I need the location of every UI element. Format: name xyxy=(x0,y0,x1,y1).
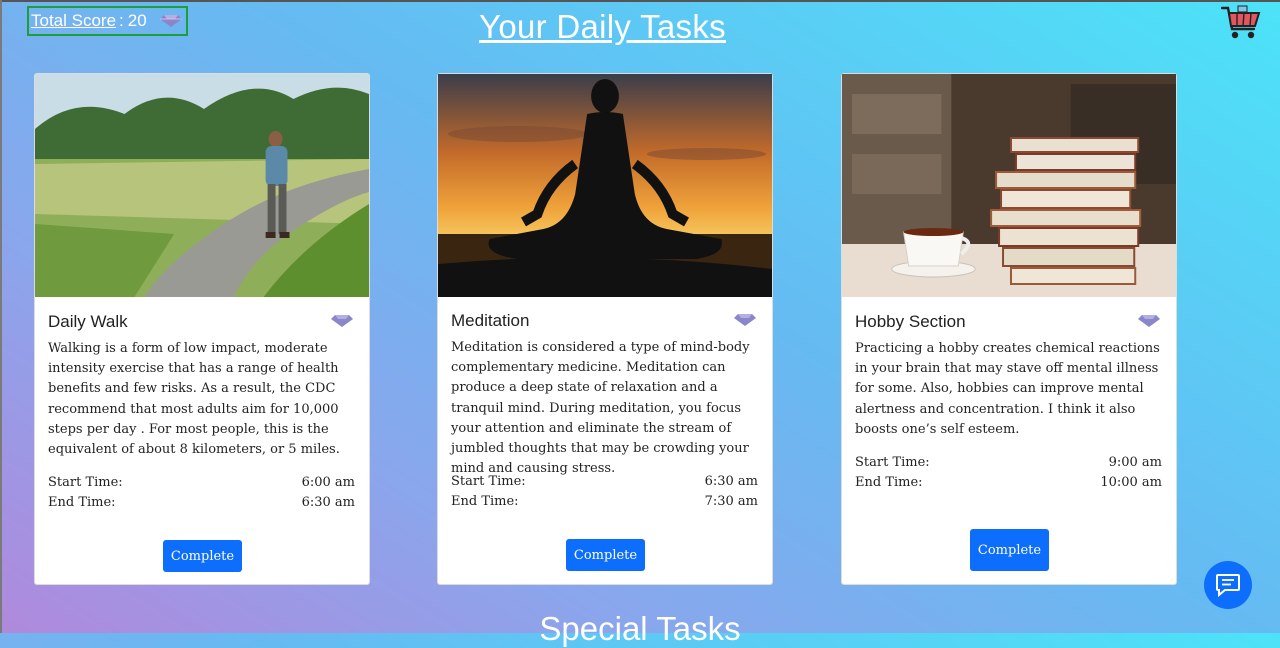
start-time-label: Start Time: xyxy=(451,474,526,489)
start-time-value: 9:00 am xyxy=(1108,455,1162,470)
end-time-value: 10:00 am xyxy=(1100,475,1162,490)
task-title: Daily Walk xyxy=(48,312,128,331)
special-tasks-title: Special Tasks xyxy=(539,610,741,647)
task-description: Walking is a form of low impact, moderat… xyxy=(48,341,340,458)
start-time-row: Start Time: 6:00 am xyxy=(48,475,355,490)
window-left-edge xyxy=(0,0,2,633)
chat-button[interactable] xyxy=(1204,561,1252,609)
start-time-label: Start Time: xyxy=(855,455,930,470)
complete-button[interactable]: Complete xyxy=(970,529,1049,571)
task-card-daily-walk: Daily Walk Walking is a form of low impa… xyxy=(34,73,370,585)
task-card-meditation: Meditation Meditation is considered a ty… xyxy=(437,73,773,585)
diamond-icon xyxy=(331,315,353,327)
task-description: Practicing a hobby creates chemical reac… xyxy=(855,341,1160,437)
diamond-icon xyxy=(734,314,756,326)
end-time-row: End Time: 7:30 am xyxy=(451,494,758,509)
complete-button[interactable]: Complete xyxy=(566,539,645,571)
meditation-sunset-image xyxy=(438,74,772,297)
end-time-row: End Time: 6:30 am xyxy=(48,495,355,510)
complete-button[interactable]: Complete xyxy=(163,540,242,572)
end-time-value: 6:30 am xyxy=(301,495,355,510)
window-top-edge xyxy=(0,0,1280,2)
task-title: Meditation xyxy=(451,311,530,330)
walking-path-image xyxy=(35,74,369,297)
page-title: Your Daily Tasks xyxy=(479,8,726,45)
end-time-label: End Time: xyxy=(451,494,519,509)
books-and-coffee-image xyxy=(842,74,1176,297)
end-time-label: End Time: xyxy=(855,475,923,490)
start-time-row: Start Time: 6:30 am xyxy=(451,474,758,489)
task-title: Hobby Section xyxy=(855,312,966,331)
chat-icon xyxy=(1216,574,1240,597)
task-card-hobby-section: Hobby Section Practicing a hobby creates… xyxy=(841,73,1177,585)
end-time-value: 7:30 am xyxy=(704,494,758,509)
start-time-row: Start Time: 9:00 am xyxy=(855,455,1162,470)
diamond-icon xyxy=(1138,315,1160,327)
end-time-label: End Time: xyxy=(48,495,116,510)
task-description: Meditation is considered a type of mind-… xyxy=(451,340,750,477)
start-time-value: 6:30 am xyxy=(704,474,758,489)
start-time-value: 6:00 am xyxy=(301,475,355,490)
end-time-row: End Time: 10:00 am xyxy=(855,475,1162,490)
start-time-label: Start Time: xyxy=(48,475,123,490)
shopping-cart-icon[interactable] xyxy=(1221,4,1261,40)
